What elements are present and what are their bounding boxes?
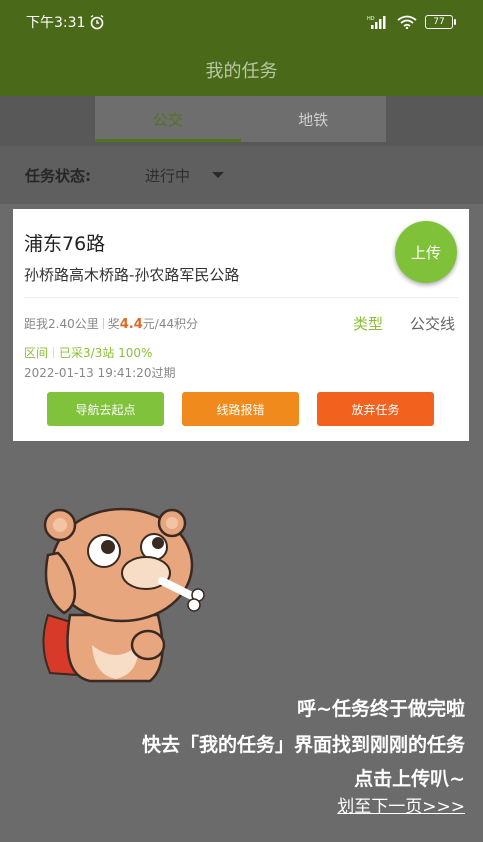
route-name: 浦东76路 [24,233,106,255]
tab-subway-label: 地铁 [298,110,329,129]
next-page-link[interactable]: 划至下一页>>> [337,792,465,817]
card-divider [24,297,458,298]
progress-text: 已采3/3站 100% [59,346,153,360]
tab-bar: 公交 地铁 [95,96,386,142]
battery-icon: 77 [425,15,456,29]
bear-mascot-icon [42,507,205,683]
tab-bus[interactable]: 公交 [95,96,241,142]
filter-label: 任务状态: [25,166,91,185]
upload-button-label: 上传 [410,243,441,262]
alarm-icon [91,14,104,30]
progress-separator [53,347,55,358]
page-title: 我的任务 [205,61,278,82]
title-bar: 我的任务 [0,44,483,96]
distance-text: 距我2.40公里 [24,317,99,331]
meta-separator [102,318,104,329]
status-time: 下午3:31 [26,15,86,31]
task-progress: 区间 已采3/3站 100% [24,344,152,361]
section-label: 区间 [24,346,49,360]
guide-line-2: 快去「我的任务」界面找到刚刚的任务 [141,734,465,756]
battery-level: 77 [433,17,445,27]
status-filter-row: 任务状态: 进行中 [0,146,483,204]
reward-amount: 4.4 [119,317,143,332]
signal-icon: HD [367,16,386,29]
abandon-task-button[interactable]: 放弃任务 [317,392,434,426]
wifi-icon [397,15,417,29]
svg-text:HD: HD [367,16,375,22]
route-path: 孙桥路高木桥路-孙农路军民公路 [24,266,240,284]
guide-line-1: 呼~任务终于做完啦 [297,698,465,720]
navigate-button-label: 导航去起点 [75,402,136,417]
reward-prefix: 奖 [107,317,120,331]
upload-button[interactable]: 上传 [395,221,457,283]
report-route-error-button[interactable]: 线路报错 [182,392,299,426]
task-meta: 距我2.40公里 奖4.4元/44积分 [24,315,198,332]
filter-dropdown[interactable]: 进行中 [145,165,190,186]
reward-suffix: 元/44积分 [142,317,199,331]
tab-subway[interactable]: 地铁 [241,96,387,142]
abandon-button-label: 放弃任务 [351,402,400,417]
tab-bus-label: 公交 [152,110,183,129]
guide-line-3: 点击上传叭~ [354,768,465,790]
status-bar: 下午3:31 HD 77 [0,0,483,44]
navigate-to-start-button[interactable]: 导航去起点 [47,392,164,426]
report-button-label: 线路报错 [216,402,265,417]
task-card: 浦东76路 孙桥路高木桥路-孙农路军民公路 上传 距我2.40公里 奖4.4元/4… [13,209,469,441]
type-value: 公交线 [409,315,455,333]
status-left: 下午3:31 [26,12,105,32]
status-right: HD 77 [367,15,456,29]
type-label: 类型 [352,315,383,333]
caret-down-icon[interactable] [212,172,225,178]
expire-time: 2022-01-13 19:41:20过期 [24,366,176,380]
